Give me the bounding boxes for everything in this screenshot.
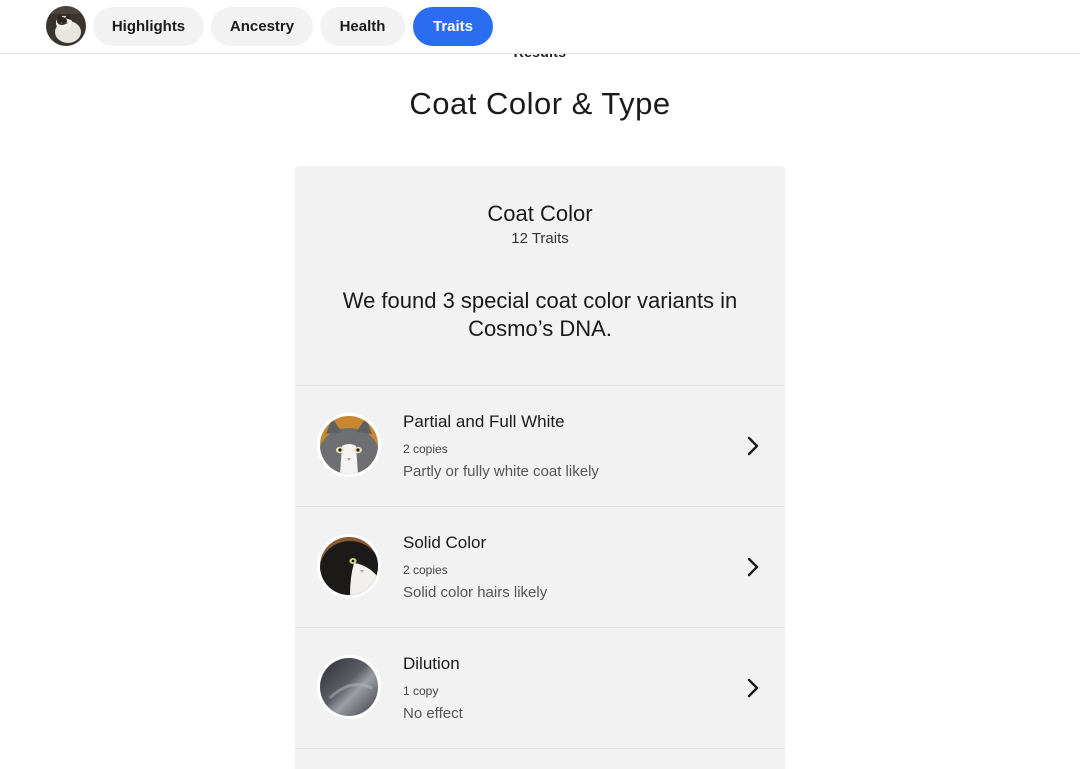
- card-title: Coat Color: [487, 201, 593, 226]
- trait-copies: 1 copy: [403, 684, 439, 698]
- tab-ancestry[interactable]: Ancestry: [211, 7, 313, 46]
- trait-row-solid-color[interactable]: Solid Color 2 copies Solid color hairs l…: [295, 506, 785, 627]
- trait-row-dilution[interactable]: Dilution 1 copy No effect: [295, 627, 785, 748]
- chevron-right-icon[interactable]: [743, 556, 763, 578]
- top-navigation: Highlights Ancestry Health Traits: [0, 0, 1080, 54]
- trait-effect: Solid color hairs likely: [403, 584, 548, 601]
- tab-health[interactable]: Health: [320, 7, 405, 46]
- trait-name: Solid Color: [403, 533, 487, 552]
- cat-fur-thumbnail-icon: [317, 655, 381, 719]
- trait-name: Partial and Full White: [403, 412, 565, 431]
- tab-traits[interactable]: Traits: [413, 7, 493, 46]
- coat-color-card: Coat Color 12 Traits We found 3 special …: [295, 166, 785, 769]
- trait-row-partial-full-white[interactable]: Partial and Full White 2 copies Partly o…: [295, 385, 785, 506]
- avatar[interactable]: [46, 6, 86, 46]
- trait-name: Dilution: [403, 654, 460, 673]
- tab-highlights[interactable]: Highlights: [93, 7, 204, 46]
- trait-effect: Partly or fully white coat likely: [403, 463, 599, 480]
- cat-face-thumbnail-icon: [317, 534, 381, 598]
- chevron-right-icon[interactable]: [743, 677, 763, 699]
- chevron-right-icon[interactable]: [743, 435, 763, 457]
- trait-copies: 2 copies: [403, 442, 448, 456]
- card-summary: We found 3 special coat color variants i…: [342, 288, 738, 341]
- trait-effect: No effect: [403, 705, 463, 722]
- cat-photo-avatar-icon: [46, 6, 86, 46]
- trait-count: 12 Traits: [511, 230, 569, 247]
- cat-face-thumbnail-icon: [317, 413, 381, 477]
- page-title: Coat Color & Type: [409, 86, 671, 121]
- trait-row-next[interactable]: [295, 748, 785, 769]
- trait-copies: 2 copies: [403, 563, 448, 577]
